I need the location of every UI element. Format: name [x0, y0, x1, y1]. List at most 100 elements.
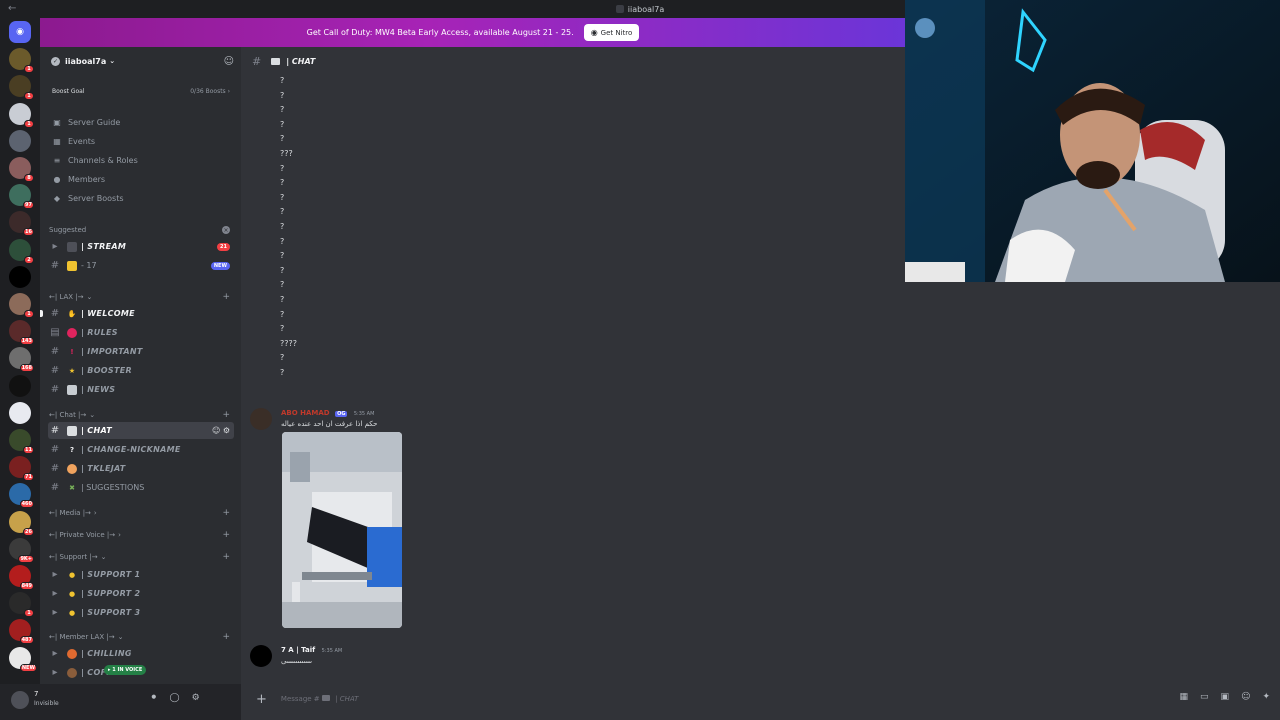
channel-suggestions[interactable]: # ✖ | SUGGESTIONS: [48, 479, 234, 496]
add-channel-icon[interactable]: +: [222, 508, 230, 518]
server-5-icon[interactable]: 8: [9, 157, 34, 182]
server-mention-badge: 9K+: [18, 554, 34, 563]
message-author[interactable]: 7 A | Taif 5:35 AM: [281, 646, 342, 654]
gear-icon[interactable]: ⚙: [192, 693, 200, 703]
channel-important[interactable]: # ! | IMPORTANT: [48, 343, 234, 360]
server-13-icon[interactable]: [9, 374, 31, 397]
category-member-lax[interactable]: ←| Member LAX |→ ⌄ +: [48, 630, 234, 644]
avatar[interactable]: [250, 408, 272, 430]
add-channel-icon[interactable]: +: [222, 410, 230, 420]
channel-rules[interactable]: ▤ | RULES: [48, 324, 234, 341]
channel-support-3[interactable]: ▸ ● | SUPPORT 3: [48, 604, 234, 621]
category-chat[interactable]: ←| Chat |→ ⌄ +: [48, 408, 234, 422]
server-20-icon[interactable]: 849: [9, 565, 34, 590]
channel-news[interactable]: # | NEWS: [48, 381, 234, 398]
nav-channels-roles[interactable]: ≡ Channels & Roles: [48, 152, 234, 169]
server-header[interactable]: ✓ iiaboal7a ⌄ ☺: [40, 47, 241, 75]
server-19-icon[interactable]: 9K+: [9, 537, 34, 563]
server-9-icon[interactable]: [9, 265, 31, 288]
server-mention-badge: 487: [19, 636, 34, 645]
mention-badge: 21: [217, 242, 230, 251]
channel-chat[interactable]: # | CHAT ☺ ⚙: [48, 422, 234, 439]
category-media[interactable]: ←| Media |→ › +: [48, 506, 234, 520]
author-name[interactable]: 7 A | Taif: [281, 646, 315, 654]
back-arrow-icon[interactable]: ←: [8, 3, 16, 14]
emoji-icon[interactable]: ☺: [1241, 692, 1250, 702]
add-attachment-icon[interactable]: +: [256, 692, 267, 707]
add-channel-icon[interactable]: +: [222, 552, 230, 562]
nav-events[interactable]: ▦ Events: [48, 133, 234, 150]
category-suggested[interactable]: Suggested ×: [48, 223, 234, 237]
gif-icon[interactable]: ▭: [1200, 692, 1209, 702]
message-text: ?: [280, 134, 285, 144]
message-input[interactable]: Message # | CHAT: [281, 695, 358, 703]
category-lax[interactable]: ←| LAX |→ ⌄ +: [48, 290, 234, 304]
boost-goal[interactable]: Boost Goal 0/36 Boosts ›: [48, 83, 234, 100]
invite-icon[interactable]: ☺: [212, 426, 220, 435]
server-3-icon[interactable]: 1: [9, 102, 34, 128]
category-private-voice[interactable]: ←| Private Voice |→ › +: [48, 528, 234, 542]
server-11-icon[interactable]: 143: [9, 320, 34, 346]
gift-icon[interactable]: ▦: [1180, 692, 1189, 702]
server-mention-badge: 26: [23, 527, 34, 536]
server-14-icon[interactable]: [9, 401, 31, 424]
message-text: ???: [280, 149, 293, 158]
server-15-icon[interactable]: 11: [9, 429, 34, 454]
microphone-icon[interactable]: ⚫: [150, 693, 158, 703]
server-mention-badge: 16: [23, 228, 34, 237]
hospital-photo-image: [282, 432, 402, 628]
add-channel-icon[interactable]: +: [222, 292, 230, 302]
channel-change-nickname[interactable]: # ? | CHANGE-NICKNAME: [48, 441, 234, 458]
category-support[interactable]: ←| Support |→ ⌄ +: [48, 550, 234, 564]
get-nitro-button[interactable]: ◉ Get Nitro: [583, 24, 640, 41]
chat-emoji-icon: [67, 425, 77, 436]
avatar[interactable]: [250, 645, 272, 667]
headphones-icon[interactable]: ◯: [170, 693, 180, 703]
server-18-icon[interactable]: 26: [9, 510, 34, 536]
server-21-icon[interactable]: 1: [9, 592, 34, 618]
list-icon: ≡: [53, 156, 61, 165]
channel-chilling[interactable]: ▸ | CHILLING: [48, 645, 234, 662]
channel-stream[interactable]: ▸ | STREAM 21: [48, 238, 234, 255]
channel-name: | WELCOME: [81, 309, 135, 318]
server-23-icon[interactable]: NEW: [9, 646, 37, 672]
exclamation-emoji-icon: !: [70, 347, 74, 356]
channel-support-1[interactable]: ▸ ● | SUPPORT 1: [48, 566, 234, 583]
server-7-icon[interactable]: 16: [9, 211, 34, 237]
message-image-attachment[interactable]: [282, 432, 402, 628]
chevron-down-icon: ⌄: [117, 633, 124, 641]
discord-home-icon[interactable]: ◉: [9, 21, 31, 43]
server-2-icon[interactable]: 1: [9, 75, 34, 101]
message-composer[interactable]: + Message # | CHAT: [250, 688, 898, 710]
channel-name: | SUPPORT 3: [81, 608, 141, 617]
server-1-icon[interactable]: 1: [9, 48, 34, 74]
server-12-icon[interactable]: 168: [9, 347, 34, 373]
server-6-icon[interactable]: 97: [9, 184, 34, 210]
nav-server-guide[interactable]: ▣ Server Guide: [48, 114, 234, 131]
channel-tklejat[interactable]: # | TKLEJAT: [48, 460, 234, 477]
add-channel-icon[interactable]: +: [222, 530, 230, 540]
apps-icon[interactable]: ✦: [1262, 692, 1270, 702]
add-channel-icon[interactable]: +: [222, 632, 230, 642]
channel-support-2[interactable]: ▸ ● | SUPPORT 2: [48, 585, 234, 602]
server-22-icon[interactable]: 487: [9, 619, 34, 645]
channel-welcome[interactable]: # ✋ | WELCOME: [40, 305, 234, 322]
server-17-icon[interactable]: 460: [9, 483, 34, 509]
close-icon[interactable]: ×: [222, 226, 230, 234]
channel-name: | STREAM: [81, 242, 127, 251]
add-member-icon[interactable]: ☺: [224, 56, 234, 67]
message-author[interactable]: ABO HAMAD OG 5:35 AM: [281, 409, 374, 417]
gear-icon[interactable]: ⚙: [223, 426, 230, 435]
channel-booster[interactable]: # ★ | BOOSTER: [48, 362, 234, 379]
nav-members[interactable]: ● Members: [48, 171, 234, 188]
sticker-icon[interactable]: ▣: [1221, 692, 1230, 702]
in-voice-badge[interactable]: ▸ 1 IN VOICE: [104, 665, 147, 675]
author-name[interactable]: ABO HAMAD: [281, 409, 330, 417]
avatar[interactable]: [11, 691, 29, 709]
server-16-icon[interactable]: 71: [9, 456, 34, 482]
server-8-icon[interactable]: 2: [9, 238, 34, 264]
server-10-icon[interactable]: 1: [9, 293, 34, 318]
channel-17[interactable]: # - 17 NEW: [48, 257, 234, 274]
server-4-icon[interactable]: [9, 129, 31, 152]
nav-server-boosts[interactable]: ◆ Server Boosts: [48, 190, 234, 207]
